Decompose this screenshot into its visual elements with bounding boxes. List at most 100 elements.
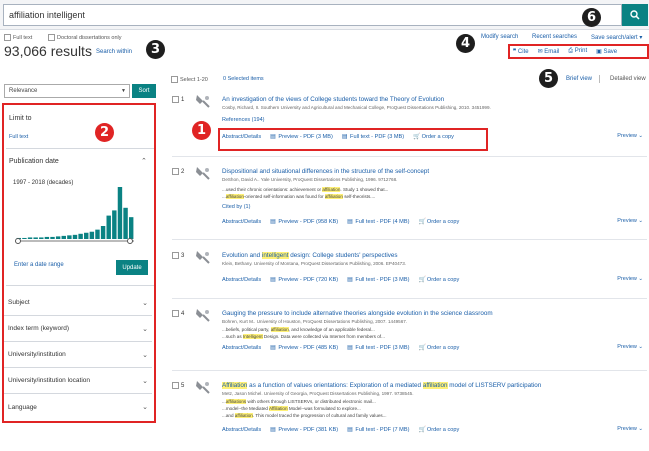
facet-university-location[interactable]: University/institution location ⌄	[4, 368, 152, 394]
sort-button[interactable]: Sort	[132, 84, 156, 98]
facet-university[interactable]: University/institution ⌄	[4, 342, 152, 368]
abstract-details-link[interactable]: Abstract/Details	[222, 345, 261, 351]
result-title-link[interactable]: Gauging the pressure to include alternat…	[222, 310, 493, 317]
histogram-bar[interactable]	[67, 235, 72, 239]
histogram-bar[interactable]	[78, 233, 83, 239]
item-toolbar: ❞ Cite ✉ Email ⎙ Print ▣ Save	[513, 48, 617, 55]
select-all-checkbox[interactable]	[171, 76, 178, 83]
save-button[interactable]: ▣ Save	[596, 48, 617, 55]
result-checkbox[interactable]	[172, 252, 179, 259]
result-snippet: ...used their chronic orientations: achi…	[222, 187, 389, 192]
cited-by-link[interactable]: Cited by (1)	[222, 204, 250, 210]
histogram-bar[interactable]	[44, 236, 50, 239]
full-text-filter[interactable]: Full text	[4, 34, 32, 41]
result-title-link[interactable]: Dispositional and situational difference…	[222, 168, 429, 175]
full-text-pdf-link[interactable]: ▤ Full text - PDF (3 MB)	[347, 276, 409, 283]
print-button[interactable]: ⎙ Print	[568, 48, 587, 55]
full-text-checkbox[interactable]	[4, 34, 11, 41]
result-title-link[interactable]: An investigation of the views of College…	[222, 96, 444, 103]
result-checkbox[interactable]	[172, 382, 179, 389]
result-checkbox[interactable]	[172, 168, 179, 175]
histogram-bar[interactable]	[117, 187, 123, 239]
result-number[interactable]: 2	[172, 168, 184, 175]
histogram-bar[interactable]	[27, 237, 33, 239]
result-snippet: ...such as Intelligent Design. Data were…	[222, 334, 385, 339]
result-number[interactable]: 4	[172, 310, 184, 317]
preview-toggle[interactable]: Preview ⌄	[617, 426, 643, 432]
search-within-link[interactable]: Search within	[96, 49, 132, 55]
select-all[interactable]: Select 1-20	[171, 76, 208, 83]
histogram-bar[interactable]	[84, 232, 89, 239]
update-button[interactable]: Update	[116, 260, 148, 275]
modify-search-link[interactable]: Modify search	[481, 34, 518, 40]
sort-select[interactable]: Relevance ▼	[4, 84, 130, 98]
order-copy-link[interactable]: 🛒Order a copy	[418, 276, 459, 283]
limit-to-heading: Limit to	[9, 115, 32, 122]
cart-icon: 🛒	[418, 345, 426, 351]
histogram-bar[interactable]	[50, 236, 55, 239]
histogram-bar[interactable]	[123, 207, 128, 239]
chevron-up-icon[interactable]: ⌃	[141, 157, 147, 165]
histogram-slider-handle-end[interactable]	[127, 238, 133, 244]
preview-toggle[interactable]: Preview ⌄	[617, 218, 643, 224]
result-number[interactable]: 5	[172, 382, 184, 389]
abstract-details-link[interactable]: Abstract/Details	[222, 219, 261, 225]
histogram-bar[interactable]	[22, 237, 27, 239]
full-text-pdf-link[interactable]: ▤ Full text - PDF (4 MB)	[347, 218, 409, 225]
full-text-limit-link[interactable]: Full text	[9, 134, 28, 140]
recent-searches-link[interactable]: Recent searches	[532, 34, 577, 40]
dissertation-icon	[196, 381, 210, 394]
save-search-alert-link[interactable]: Save search/alert ▾	[591, 34, 642, 41]
preview-toggle[interactable]: Preview ⌄	[617, 276, 643, 282]
facet-language[interactable]: Language ⌄	[4, 394, 152, 420]
preview-toggle[interactable]: Preview ⌄	[617, 133, 643, 139]
brief-view-link[interactable]: Brief view	[566, 76, 592, 82]
selected-items-link[interactable]: 0 Selected items	[223, 76, 264, 82]
publication-date-histogram[interactable]	[14, 187, 136, 247]
result-title-link[interactable]: Evolution and intelligent design: Colleg…	[222, 252, 398, 259]
actions-highlight-box	[218, 128, 488, 151]
preview-pdf-link[interactable]: ▤ Preview - PDF (720 KB)	[270, 276, 338, 283]
abstract-details-link[interactable]: Abstract/Details	[222, 277, 261, 283]
order-copy-link[interactable]: 🛒Order a copy	[418, 344, 459, 351]
result-number[interactable]: 1	[172, 96, 184, 103]
search-button[interactable]	[622, 4, 648, 26]
histogram-bar[interactable]	[128, 217, 134, 239]
preview-toggle[interactable]: Preview ⌄	[617, 344, 643, 350]
doctoral-checkbox[interactable]	[48, 34, 55, 41]
abstract-details-link[interactable]: Abstract/Details	[222, 427, 261, 433]
histogram-bar[interactable]	[39, 237, 44, 239]
enter-date-range-link[interactable]: Enter a date range	[14, 262, 64, 268]
full-text-pdf-link[interactable]: ▤ Full text - PDF (3 MB)	[347, 344, 409, 351]
facet-index-term[interactable]: Index term (keyword) ⌄	[4, 316, 152, 342]
histogram-bar[interactable]	[106, 215, 111, 239]
result-checkbox[interactable]	[172, 96, 179, 103]
result-checkbox[interactable]	[172, 310, 179, 317]
order-copy-link[interactable]: 🛒Order a copy	[418, 218, 459, 225]
search-input[interactable]	[3, 4, 622, 26]
preview-pdf-link[interactable]: ▤ Preview - PDF (381 KB)	[270, 426, 338, 433]
histogram-bar[interactable]	[95, 229, 100, 239]
histogram-bar[interactable]	[100, 226, 106, 239]
histogram-bar[interactable]	[72, 234, 78, 239]
histogram-slider-handle-start[interactable]	[15, 238, 21, 244]
doctoral-filter[interactable]: Doctoral dissertations only	[48, 34, 122, 41]
facet-subject[interactable]: Subject ⌄	[4, 290, 152, 316]
histogram-bar[interactable]	[33, 237, 38, 239]
cite-button[interactable]: ❞ Cite	[513, 48, 529, 55]
histogram-bar[interactable]	[55, 236, 61, 239]
detailed-view-link[interactable]: Detailed view	[610, 76, 646, 82]
results-count: 93,066 results	[4, 43, 92, 59]
preview-pdf-link[interactable]: ▤ Preview - PDF (958 KB)	[270, 218, 338, 225]
histogram-bar[interactable]	[61, 235, 66, 239]
references-link[interactable]: References (194)	[222, 117, 265, 123]
result-title-link[interactable]: Affiliation as a function of values orie…	[222, 382, 541, 389]
histogram-bar[interactable]	[89, 231, 95, 239]
full-text-pdf-link[interactable]: ▤ Full text - PDF (7 MB)	[347, 426, 409, 433]
order-copy-link[interactable]: 🛒Order a copy	[418, 426, 459, 433]
sidebar-divider	[6, 285, 154, 286]
result-number[interactable]: 3	[172, 252, 184, 259]
histogram-bar[interactable]	[112, 210, 117, 239]
email-button[interactable]: ✉ Email	[538, 48, 560, 55]
preview-pdf-link[interactable]: ▤ Preview - PDF (485 KB)	[270, 344, 338, 351]
